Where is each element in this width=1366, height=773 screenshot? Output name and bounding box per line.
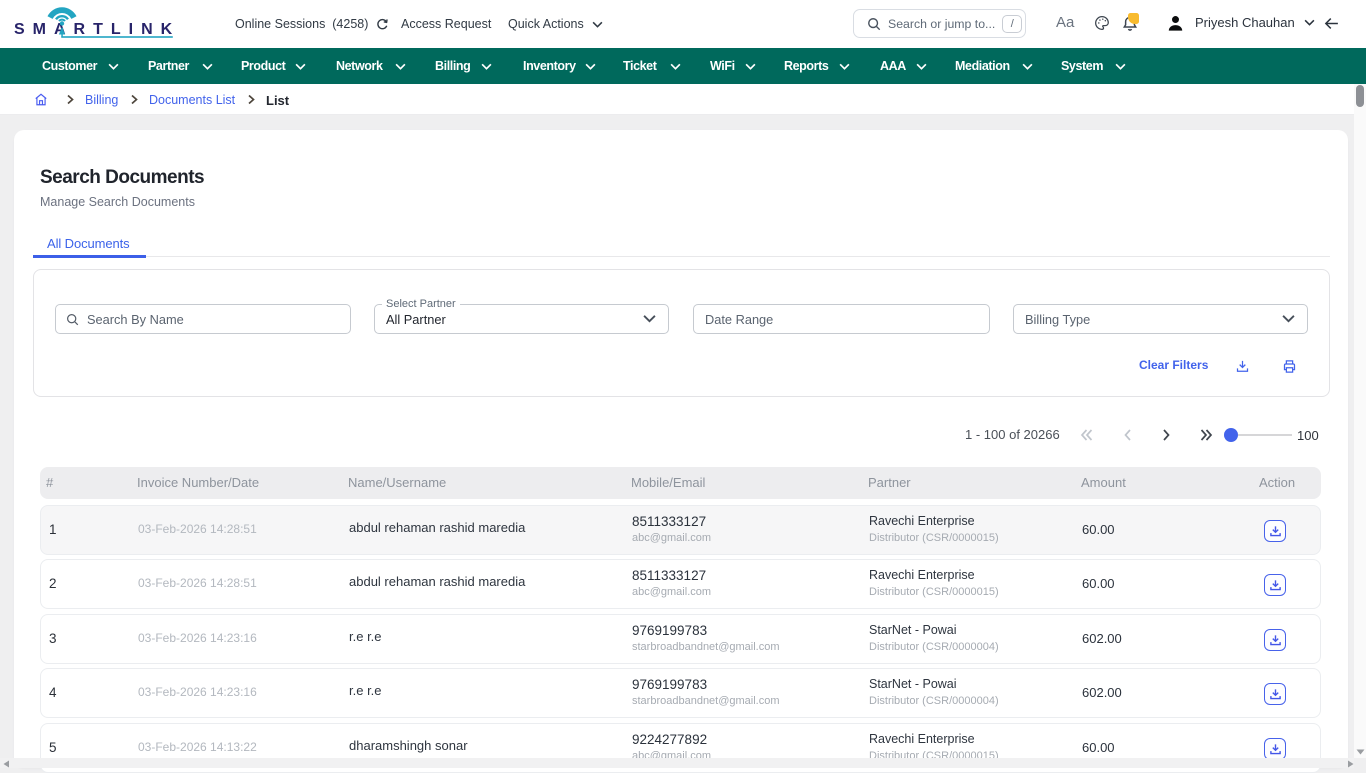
svg-text:SMARTLINK: SMARTLINK bbox=[14, 21, 180, 38]
